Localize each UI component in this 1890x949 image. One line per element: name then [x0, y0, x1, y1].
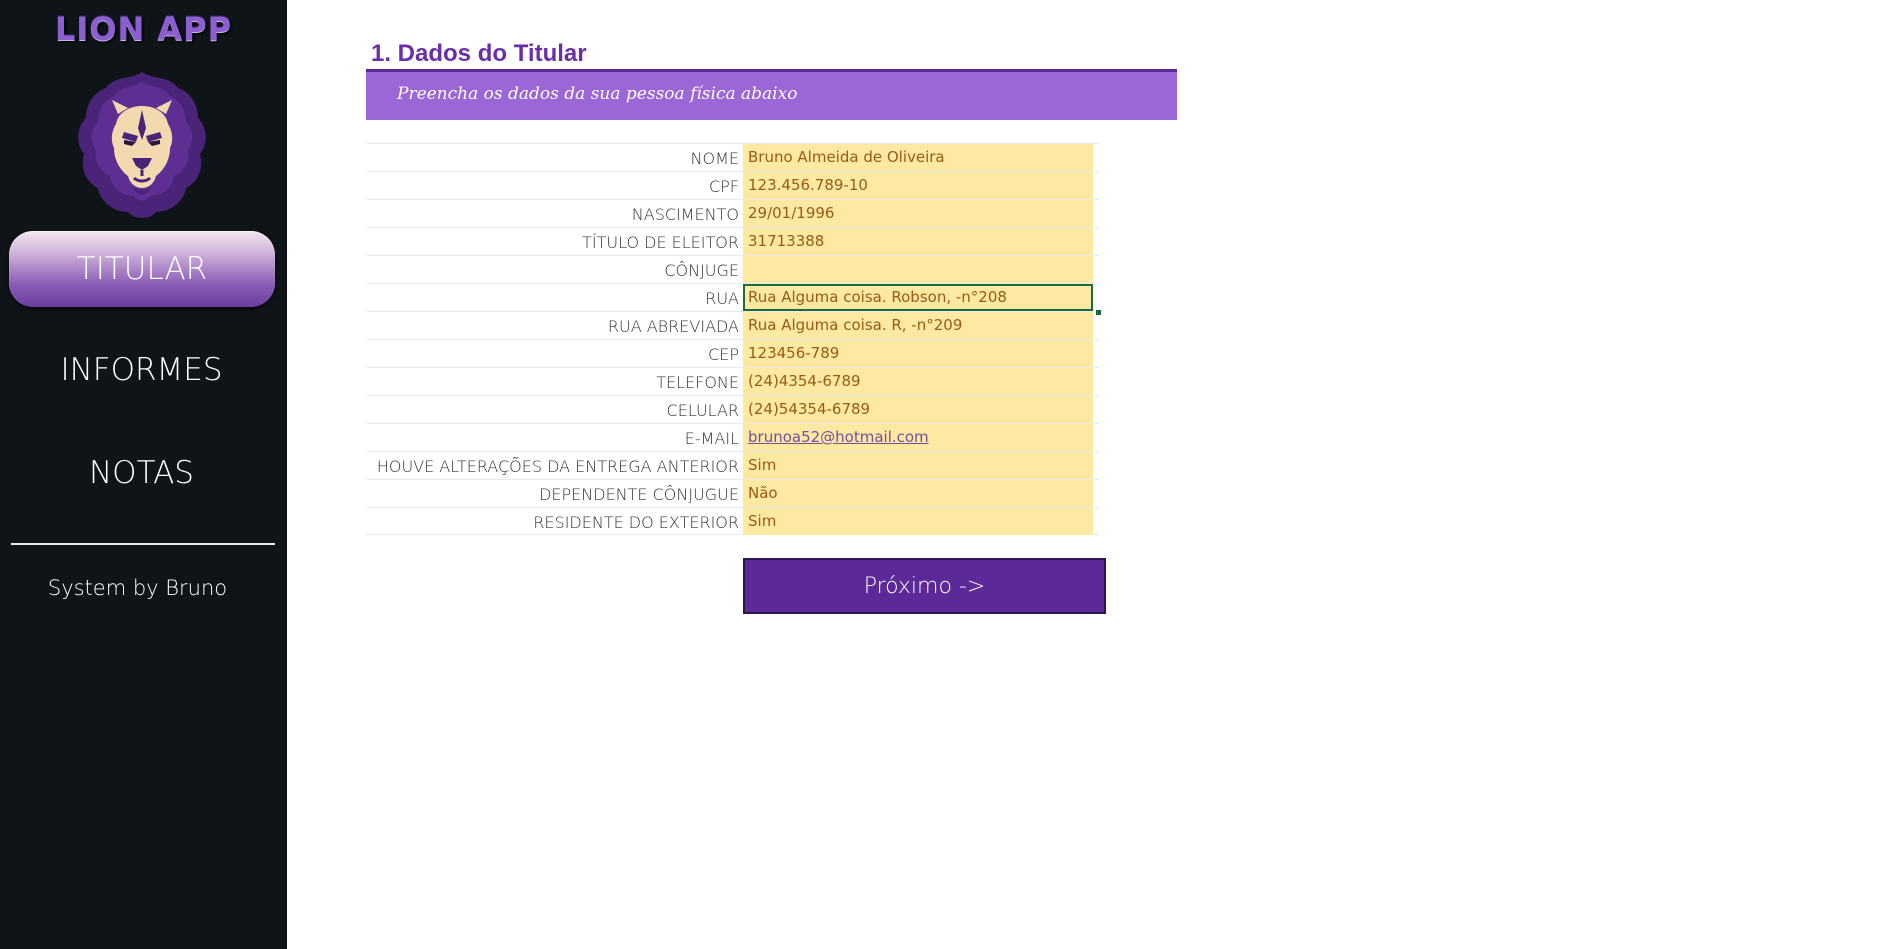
field-label: CPF — [708, 177, 739, 196]
field-label: NASCIMENTO — [631, 205, 739, 224]
form-row-email: E-MAIL brunoa52@hotmail.com — [366, 423, 1099, 451]
form-row-conjuge: CÔNJUGE — [366, 255, 1099, 283]
field-label: CÔNJUGE — [664, 261, 739, 280]
form-row-telefone: TELEFONE (24)4354-6789 — [366, 367, 1099, 395]
sidebar: LION APP TITULAR INFORMES NOTAS System b… — [0, 0, 287, 949]
celular-field[interactable]: (24)54354-6789 — [743, 396, 1093, 423]
telefone-field[interactable]: (24)4354-6789 — [743, 368, 1093, 395]
form-row-cep: CEP 123456-789 — [366, 339, 1099, 367]
form-row-residente-exterior: RESIDENTE DO EXTERIOR Sim — [366, 507, 1099, 535]
cell-fill-handle[interactable] — [1095, 309, 1102, 316]
field-label: RUA ABREVIADA — [607, 317, 739, 336]
form-row-rua: RUA Rua Alguma coisa. Robson, -n°208 — [366, 283, 1099, 311]
alteracoes-entrega-field[interactable]: Sim — [743, 452, 1093, 479]
cpf-field[interactable]: 123.456.789-10 — [743, 172, 1093, 199]
rua-abreviada-field[interactable]: Rua Alguma coisa. R, -n°209 — [743, 312, 1093, 339]
field-label: CEP — [708, 345, 739, 364]
form-row-nome: NOME Bruno Almeida de Oliveira — [366, 143, 1099, 171]
nascimento-field[interactable]: 29/01/1996 — [743, 200, 1093, 227]
form-row-rua-abreviada: RUA ABREVIADA Rua Alguma coisa. R, -n°20… — [366, 311, 1099, 339]
email-field[interactable]: brunoa52@hotmail.com — [743, 424, 1093, 451]
subtitle-text: Preencha os dados da sua pessoa física a… — [397, 84, 798, 104]
form-row-cpf: CPF 123.456.789-10 — [366, 171, 1099, 199]
titular-form: NOME Bruno Almeida de Oliveira CPF 123.4… — [366, 143, 1099, 535]
form-row-titulo-eleitor: TÍTULO DE ELEITOR 31713388 — [366, 227, 1099, 255]
field-label: DEPENDENTE CÔNJUGUE — [539, 485, 739, 504]
form-row-dependente-conjuge: DEPENDENTE CÔNJUGUE Não — [366, 479, 1099, 507]
app-title: LION APP — [54, 10, 233, 48]
field-label: E-MAIL — [684, 429, 739, 448]
app-window: LION APP TITULAR INFORMES NOTAS System b… — [0, 0, 1890, 949]
nav-titular-button[interactable]: TITULAR — [9, 231, 275, 307]
form-row-celular: CELULAR (24)54354-6789 — [366, 395, 1099, 423]
residente-exterior-field[interactable]: Sim — [743, 508, 1093, 535]
sidebar-footer-text: System by Bruno — [47, 576, 228, 600]
field-label: RESIDENTE DO EXTERIOR — [533, 513, 739, 532]
conjuge-field[interactable] — [743, 256, 1093, 283]
dependente-conjuge-field[interactable]: Não — [743, 480, 1093, 507]
section-title: 1. Dados do Titular — [371, 40, 587, 67]
nav-notas-button[interactable]: NOTAS — [0, 455, 283, 491]
field-label: HOUVE ALTERAÇÕES DA ENTREGA ANTERIOR — [376, 457, 739, 476]
nome-field[interactable]: Bruno Almeida de Oliveira — [743, 144, 1093, 171]
field-label: NOME — [690, 149, 739, 168]
nav-informes-button[interactable]: INFORMES — [0, 352, 283, 388]
subtitle-banner: Preencha os dados da sua pessoa física a… — [366, 72, 1177, 120]
field-label: TELEFONE — [656, 373, 739, 392]
form-row-nascimento: NASCIMENTO 29/01/1996 — [366, 199, 1099, 227]
titulo-eleitor-field[interactable]: 31713388 — [743, 228, 1093, 255]
next-button[interactable]: Próximo -> — [743, 558, 1106, 614]
rua-field[interactable]: Rua Alguma coisa. Robson, -n°208 — [743, 284, 1093, 311]
field-label: CELULAR — [666, 401, 739, 420]
form-row-alteracoes: HOUVE ALTERAÇÕES DA ENTREGA ANTERIOR Sim — [366, 451, 1099, 479]
sidebar-divider — [11, 543, 275, 545]
field-label: TÍTULO DE ELEITOR — [582, 233, 739, 252]
field-label: RUA — [705, 289, 739, 308]
lion-head-icon — [78, 72, 206, 218]
cep-field[interactable]: 123456-789 — [743, 340, 1093, 367]
